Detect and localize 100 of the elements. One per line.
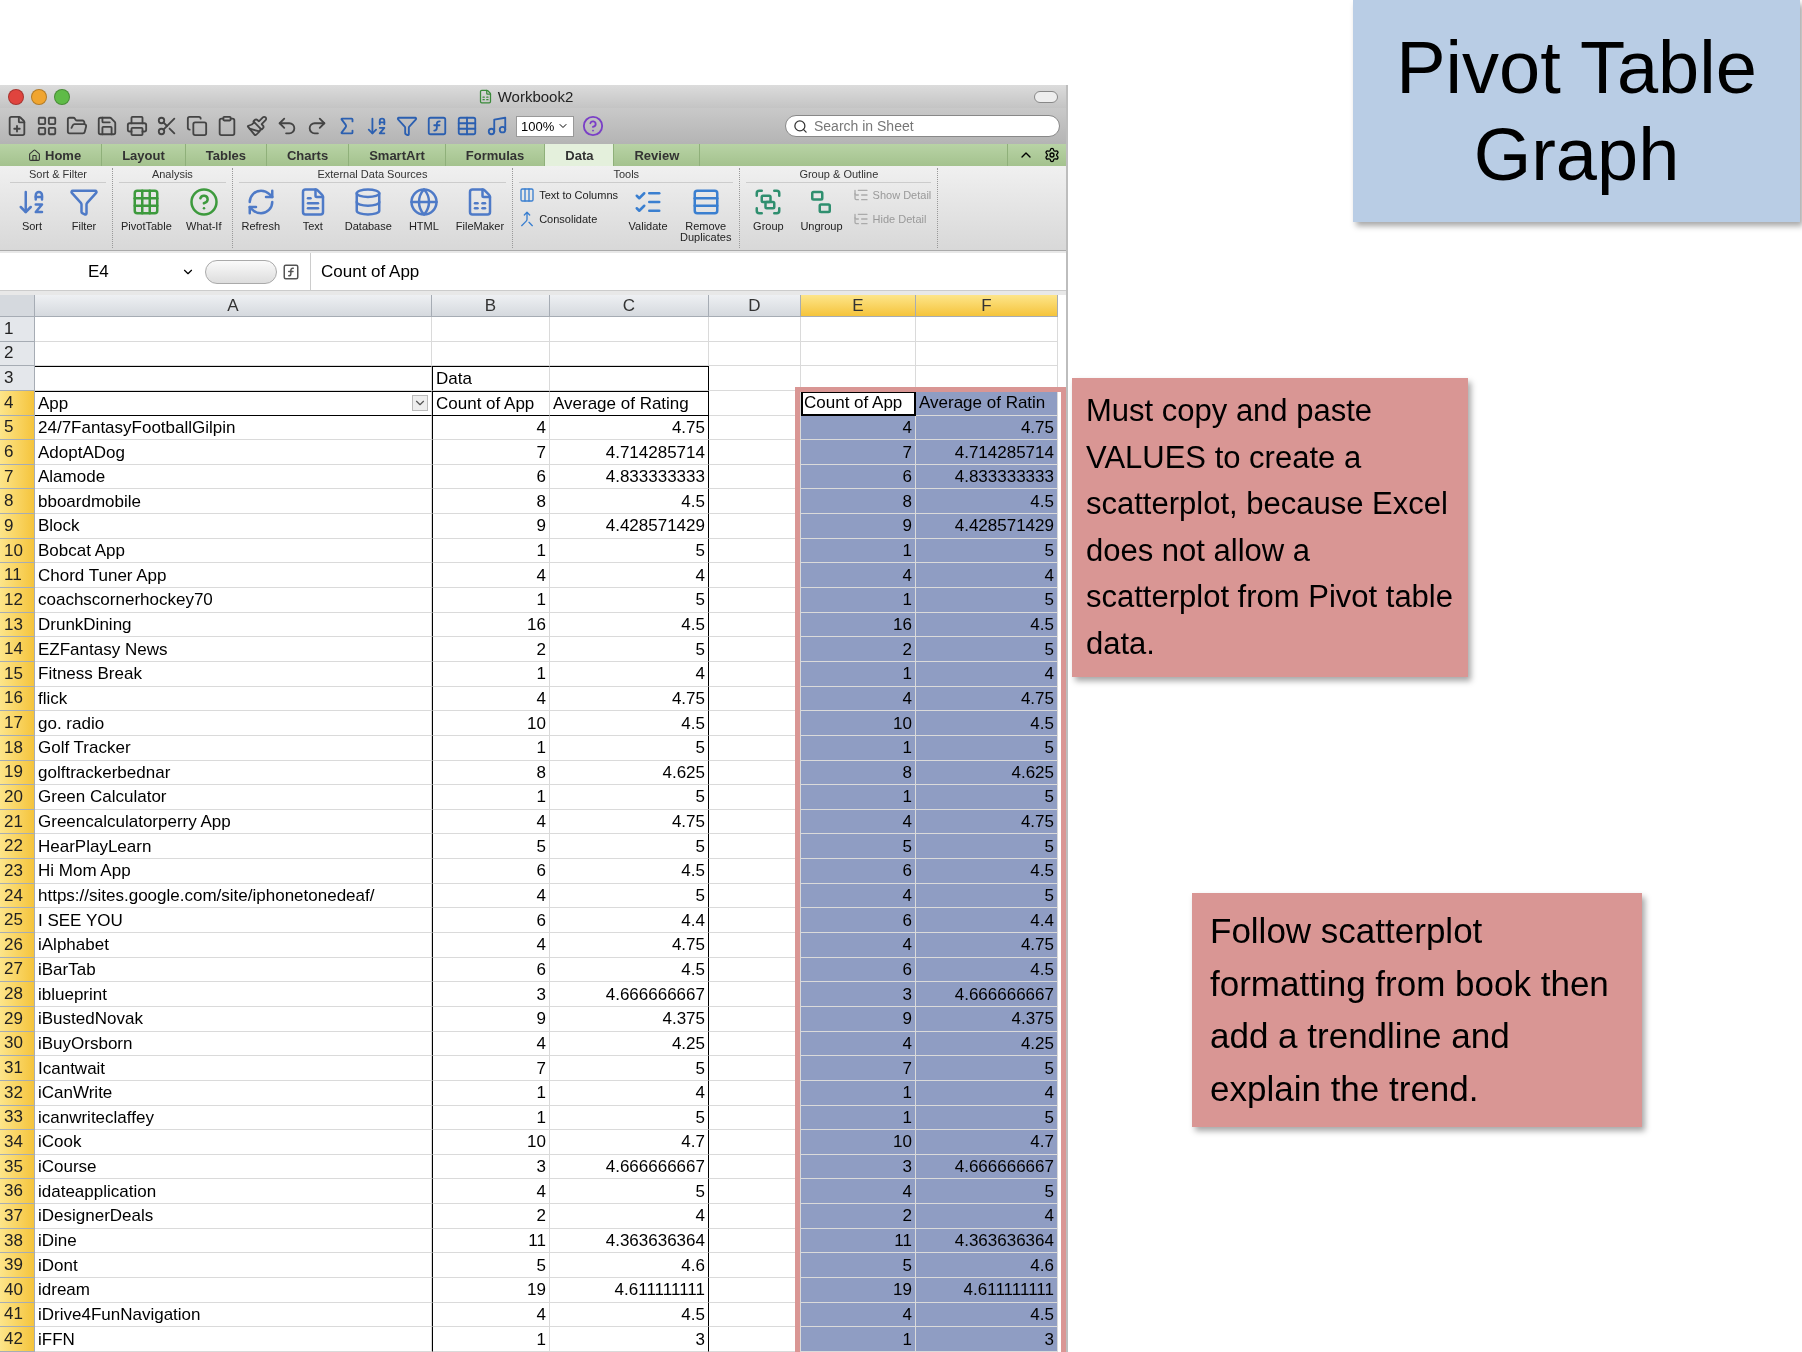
row-header[interactable]: 36: [0, 1179, 35, 1205]
row-header[interactable]: 21: [0, 809, 35, 835]
ribbon-button[interactable]: PivotTable: [119, 187, 174, 232]
table-cell: EZFantasy News: [35, 637, 432, 662]
filter-icon[interactable]: [396, 115, 418, 137]
row-header[interactable]: 8: [0, 489, 35, 515]
table-cell: Alamode: [35, 464, 432, 490]
ribbon-button[interactable]: Validate: [626, 187, 671, 232]
row-header[interactable]: 37: [0, 1204, 35, 1229]
table-cell: https://sites.google.com/site/iphonetonedeaf/: [35, 883, 432, 909]
row-header[interactable]: 2: [0, 341, 35, 367]
zoom-button[interactable]: [54, 88, 70, 105]
row-header[interactable]: 1: [0, 317, 35, 342]
ribbon-button[interactable]: Consolidate: [519, 211, 619, 227]
ribbon-button[interactable]: Text to Columns: [519, 187, 619, 203]
table-cell: idateapplication: [35, 1179, 432, 1205]
row-header[interactable]: 20: [0, 785, 35, 810]
ribbon-button[interactable]: Refresh: [238, 187, 283, 232]
close-button[interactable]: [8, 88, 24, 105]
row-header[interactable]: 29: [0, 1006, 35, 1032]
help-icon[interactable]: [582, 115, 605, 137]
row-header[interactable]: 33: [0, 1105, 35, 1131]
row-header[interactable]: 42: [0, 1327, 35, 1352]
row-header[interactable]: 27: [0, 957, 35, 983]
media-icon[interactable]: [486, 115, 508, 137]
row-header[interactable]: 38: [0, 1228, 35, 1254]
row-header[interactable]: 9: [0, 514, 35, 539]
row-header[interactable]: 7: [0, 464, 35, 490]
ribbon-button[interactable]: Database: [342, 187, 394, 232]
clipboard-icon[interactable]: [216, 115, 238, 137]
ribbon-button[interactable]: FileMaker: [453, 187, 507, 232]
scissors-icon[interactable]: [156, 115, 178, 137]
column-header[interactable]: D: [709, 295, 801, 317]
row-header[interactable]: 13: [0, 612, 35, 638]
column-header[interactable]: F: [916, 295, 1058, 317]
row-header[interactable]: 22: [0, 834, 35, 860]
ribbon-button[interactable]: What-If: [181, 187, 226, 232]
dropdown-button[interactable]: [412, 395, 428, 412]
settings-icon[interactable]: [1044, 147, 1060, 163]
row-header[interactable]: 18: [0, 735, 35, 761]
row-header[interactable]: 5: [0, 415, 35, 441]
row-header[interactable]: 41: [0, 1302, 35, 1328]
ribbon-button[interactable]: Ungroup: [798, 187, 845, 232]
row-header[interactable]: 24: [0, 883, 35, 909]
redo-icon[interactable]: [306, 115, 328, 137]
row-header[interactable]: 6: [0, 440, 35, 465]
sort-icon[interactable]: [366, 115, 388, 137]
row-header[interactable]: 14: [0, 637, 35, 662]
name-box[interactable]: E4: [0, 261, 205, 282]
table-icon[interactable]: [456, 115, 478, 137]
row-header[interactable]: 10: [0, 538, 35, 564]
ribbon-button[interactable]: Group: [746, 187, 791, 232]
save-icon[interactable]: [96, 115, 118, 137]
row-header[interactable]: 40: [0, 1278, 35, 1303]
row-header[interactable]: 34: [0, 1130, 35, 1155]
row-header[interactable]: 28: [0, 982, 35, 1007]
undo-icon[interactable]: [276, 115, 298, 137]
column-header[interactable]: C: [550, 295, 709, 317]
row-header[interactable]: 31: [0, 1056, 35, 1081]
row-header[interactable]: 17: [0, 711, 35, 736]
table-cell: 4.625: [550, 760, 709, 786]
open-folder-icon[interactable]: [66, 115, 88, 137]
row-header[interactable]: 30: [0, 1031, 35, 1057]
search-field[interactable]: Search in Sheet: [785, 115, 1060, 137]
row-header[interactable]: 12: [0, 588, 35, 613]
table-cell: 4.833333333: [550, 464, 709, 490]
ribbon-button[interactable]: Filter: [62, 187, 106, 232]
ribbon-tab[interactable]: Data: [545, 144, 615, 166]
column-header[interactable]: B: [432, 295, 550, 317]
row-header[interactable]: 3: [0, 366, 35, 392]
copy-icon[interactable]: [186, 115, 208, 137]
row-header[interactable]: 4: [0, 390, 35, 416]
new-file-icon[interactable]: [6, 115, 28, 137]
table-cell: 4.25: [550, 1031, 709, 1057]
row-header[interactable]: 26: [0, 933, 35, 958]
function-icon[interactable]: [426, 115, 448, 137]
formula-field[interactable]: Count of App: [310, 253, 1066, 290]
column-header[interactable]: E: [801, 295, 916, 317]
ribbon-button[interactable]: HTML: [401, 187, 446, 232]
formula-toggle[interactable]: [205, 259, 277, 284]
gallery-icon[interactable]: [36, 115, 58, 137]
function-icon[interactable]: [282, 262, 300, 281]
ribbon-button[interactable]: Remove Duplicates: [678, 187, 734, 243]
row-header[interactable]: 32: [0, 1080, 35, 1106]
row-header[interactable]: 11: [0, 563, 35, 589]
row-header[interactable]: 35: [0, 1154, 35, 1180]
row-header[interactable]: 25: [0, 908, 35, 933]
row-header[interactable]: 19: [0, 760, 35, 786]
ribbon-button[interactable]: Sort: [10, 187, 54, 232]
row-header[interactable]: 16: [0, 686, 35, 712]
paintbrush-icon[interactable]: [246, 115, 268, 137]
row-header[interactable]: 15: [0, 661, 35, 687]
ribbon-button[interactable]: Text: [290, 187, 335, 232]
zoom-field[interactable]: 100%: [516, 115, 575, 137]
row-header[interactable]: 39: [0, 1253, 35, 1278]
print-icon[interactable]: [126, 115, 148, 137]
table-cell: 4.5: [916, 859, 1058, 884]
toolbar-toggle-button[interactable]: [1034, 90, 1058, 103]
row-header[interactable]: 23: [0, 859, 35, 884]
column-header[interactable]: A: [35, 295, 432, 317]
